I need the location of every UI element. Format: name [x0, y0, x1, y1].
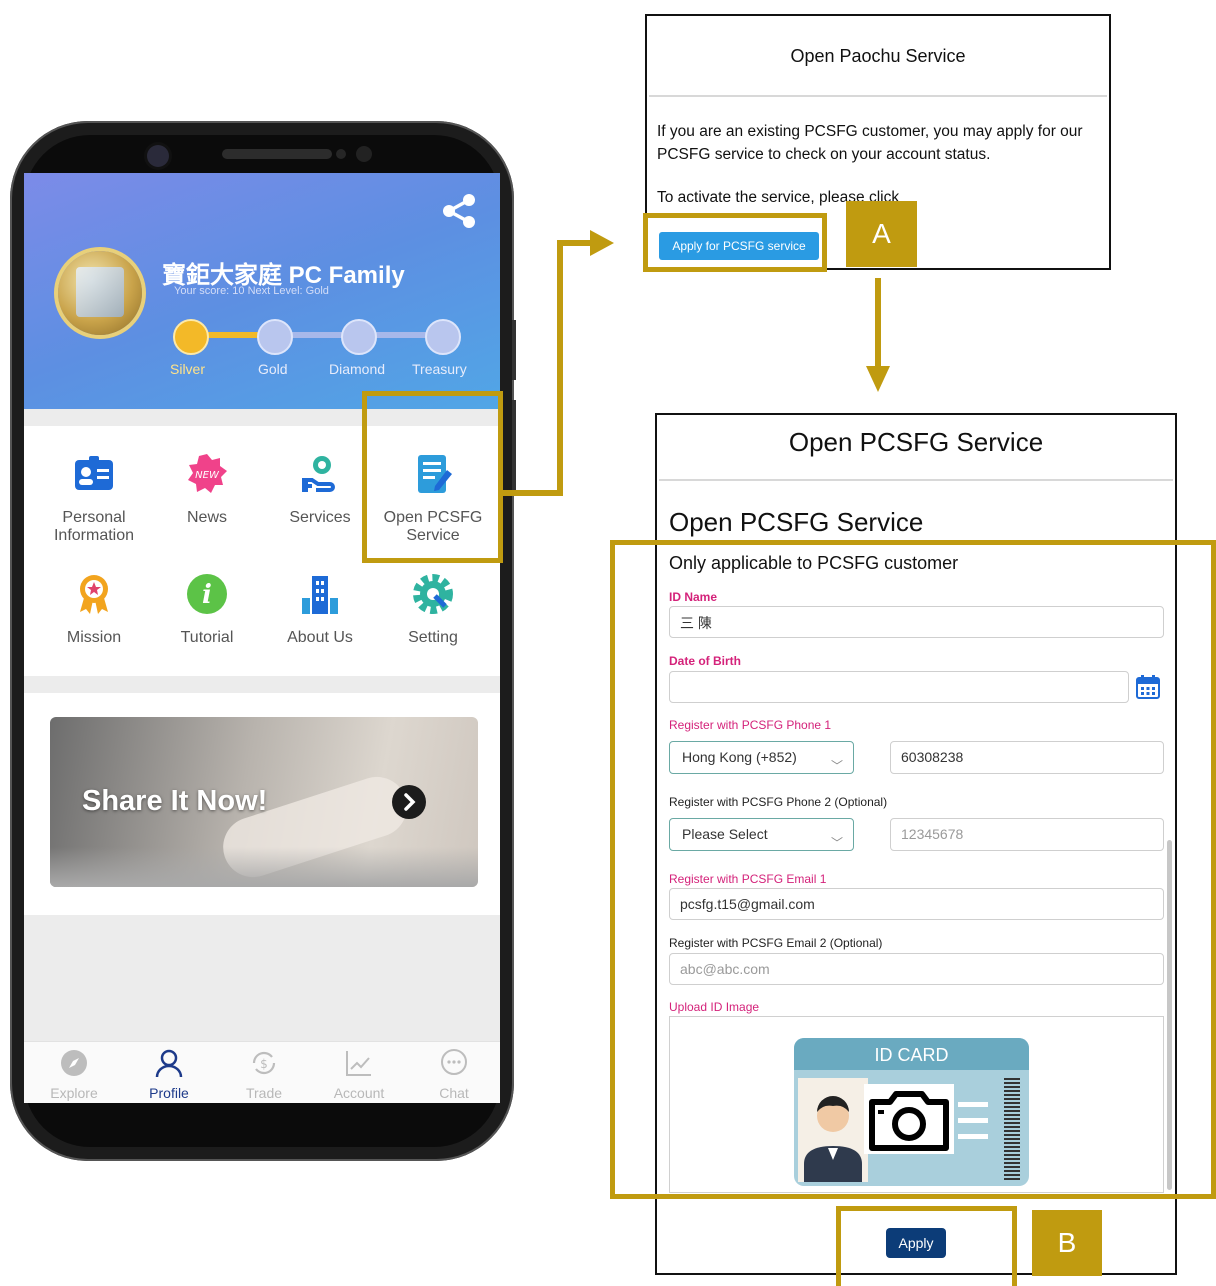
- silver-level-icon: [173, 319, 209, 355]
- annotation-tag-b: B: [1032, 1210, 1102, 1276]
- avatar-image: [76, 267, 124, 317]
- gold-level-icon: [257, 319, 293, 355]
- compass-icon: [61, 1050, 87, 1076]
- tab-account[interactable]: Account: [319, 1048, 399, 1101]
- annotation-tag-a: A: [846, 201, 917, 267]
- menu-item-news[interactable]: NEW News: [152, 452, 262, 527]
- phone-speaker: [222, 149, 332, 159]
- tab-label: Profile: [149, 1085, 189, 1101]
- phone-sensor: [336, 149, 346, 159]
- dialog-body: If you are an existing PCSFG customer, y…: [657, 120, 1097, 209]
- arrow-right-icon: [590, 230, 614, 256]
- chart-line-icon: [346, 1051, 371, 1076]
- connector-line: [503, 490, 563, 496]
- tab-label: Chat: [439, 1085, 469, 1101]
- score-line: Your score: 10 Next Level: Gold: [174, 285, 329, 297]
- tab-label: Account: [333, 1085, 385, 1101]
- tab-label: Explore: [50, 1085, 98, 1101]
- banner-text: Share It Now!: [82, 785, 268, 817]
- chat-bubble-icon: [441, 1049, 467, 1075]
- medal-icon: [80, 575, 108, 614]
- connector-line: [557, 240, 563, 496]
- person-icon: [155, 1049, 183, 1078]
- settings-gear-icon: [413, 574, 453, 614]
- level-label-diamond: Diamond: [329, 361, 386, 377]
- banner-keyboard-image: [50, 847, 478, 887]
- menu-label: Personal Information: [53, 509, 135, 544]
- dialog-paragraph: If you are an existing PCSFG customer, y…: [657, 123, 1083, 163]
- banner-section: Share It Now!: [24, 693, 500, 915]
- treasury-level-icon: [425, 319, 461, 355]
- info-icon: i: [187, 574, 227, 614]
- highlight-apply-button: [643, 213, 827, 272]
- divider: [649, 95, 1107, 97]
- side-button: [512, 320, 516, 380]
- level-label-treasury: Treasury: [412, 361, 467, 377]
- share-banner[interactable]: Share It Now!: [50, 717, 478, 887]
- chevron-right-icon[interactable]: [392, 785, 426, 819]
- menu-item-tutorial[interactable]: i Tutorial: [152, 572, 262, 647]
- building-icon: [302, 576, 338, 614]
- menu-item-personal-information[interactable]: Personal Information: [39, 452, 149, 545]
- menu-label: News: [186, 509, 227, 526]
- avatar[interactable]: [58, 251, 142, 335]
- highlight-open-pcsfg: [362, 391, 503, 563]
- front-camera: [147, 145, 169, 167]
- level-label-silver: Silver: [170, 361, 206, 377]
- menu-label: Setting: [408, 629, 458, 646]
- tab-label: Trade: [245, 1085, 283, 1101]
- services-hand-gear-icon: [302, 456, 335, 492]
- diamond-level-icon: [341, 319, 377, 355]
- profile-header: 寶鉅大家庭 PC Family Your score: 10 Next Leve…: [24, 173, 500, 409]
- tab-profile[interactable]: Profile: [129, 1048, 209, 1101]
- news-badge-icon: NEW: [188, 454, 227, 493]
- highlight-apply: [836, 1206, 1017, 1286]
- exchange-dollar-icon: $: [252, 1051, 276, 1075]
- page-heading: Open PCSFG Service: [669, 507, 924, 537]
- svg-text:$: $: [260, 1057, 268, 1071]
- app-screen: 寶鉅大家庭 PC Family Your score: 10 Next Leve…: [24, 173, 500, 1103]
- phone-sensor: [356, 146, 372, 162]
- dialog-title: Open Paochu Service: [790, 46, 966, 66]
- menu-label: Mission: [66, 629, 122, 646]
- bottom-tab-bar: Explore Profile $ Trade Account Chat: [24, 1041, 500, 1103]
- menu-label: Services: [289, 509, 351, 526]
- side-button: [512, 400, 516, 490]
- svg-text:NEW: NEW: [195, 470, 220, 481]
- menu-label: Tutorial: [180, 629, 234, 646]
- highlight-form: [610, 540, 1216, 1199]
- connector-line: [875, 278, 881, 370]
- dialog-title: Open PCSFG Service: [788, 427, 1044, 457]
- menu-label: About Us: [287, 629, 353, 646]
- tab-trade[interactable]: $ Trade: [224, 1048, 304, 1101]
- svg-text:i: i: [202, 580, 212, 610]
- menu-item-services[interactable]: Services: [265, 452, 375, 527]
- divider: [659, 479, 1173, 481]
- tab-explore[interactable]: Explore: [34, 1048, 114, 1101]
- level-label-gold: Gold: [258, 361, 288, 377]
- arrow-down-icon: [866, 366, 890, 392]
- share-icon[interactable]: [440, 191, 480, 231]
- tab-chat[interactable]: Chat: [414, 1048, 494, 1101]
- menu-item-mission[interactable]: Mission: [39, 572, 149, 647]
- menu-item-setting[interactable]: Setting: [378, 572, 488, 647]
- menu-item-about-us[interactable]: About Us: [265, 572, 375, 647]
- id-card-icon: [75, 456, 113, 490]
